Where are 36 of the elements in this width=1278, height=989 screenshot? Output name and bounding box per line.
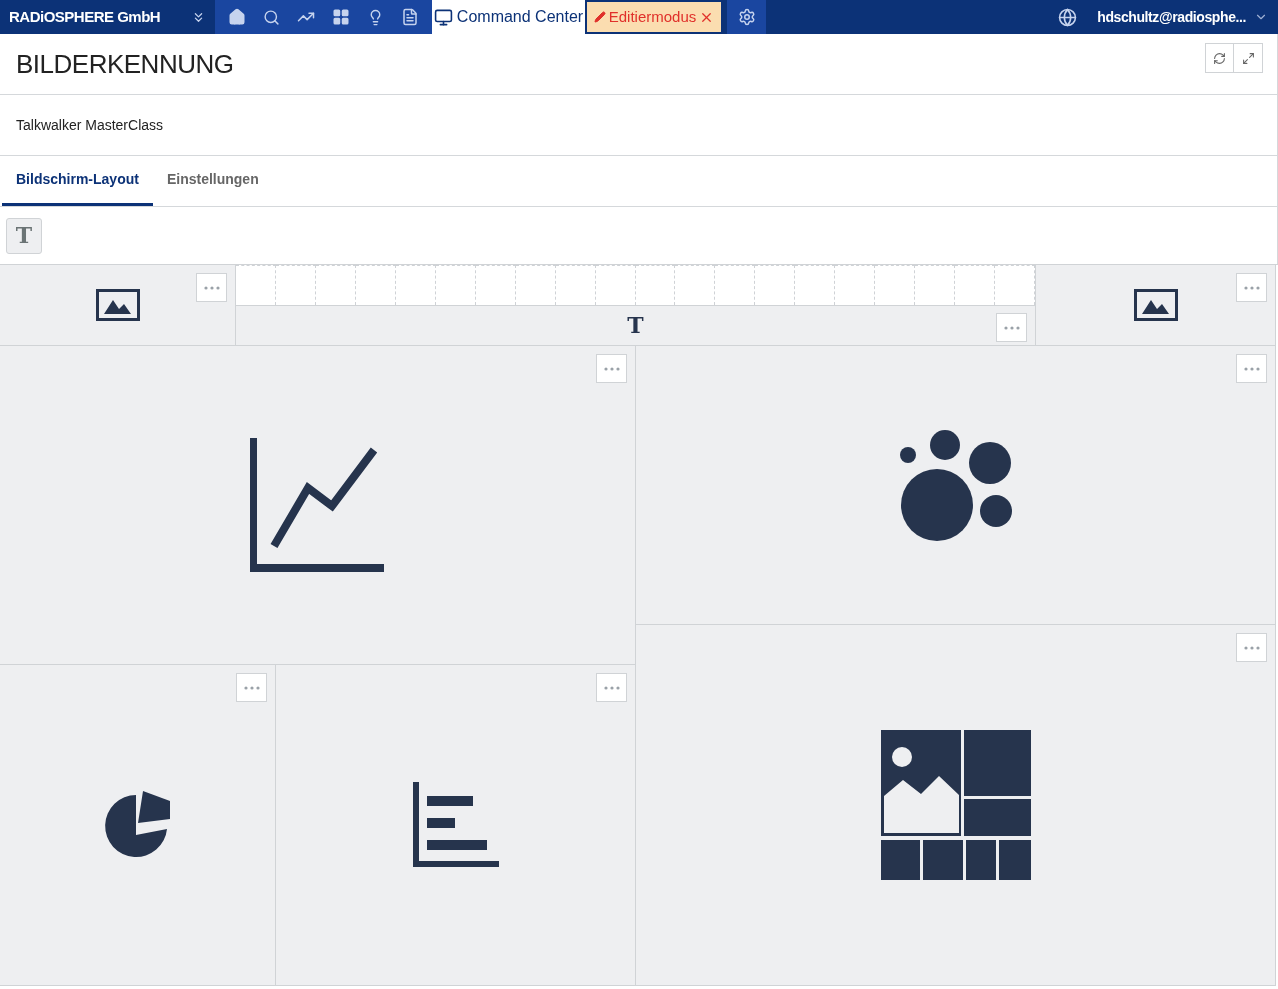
more-icon (1243, 645, 1260, 650)
settings-icon[interactable] (737, 8, 756, 26)
more-icon (243, 685, 260, 690)
pie-chart-icon (103, 791, 172, 859)
more-icon (603, 685, 620, 690)
command-center-tab[interactable]: Command Center (432, 0, 585, 34)
refresh-button[interactable] (1205, 43, 1234, 73)
home-icon[interactable] (227, 8, 246, 26)
page-title: BILDERKENNUNG (16, 47, 234, 81)
subtitle: Talkwalker MasterClass (16, 115, 164, 135)
more-icon (1243, 285, 1260, 290)
tab[interactable]: Bildschirm-Layout (2, 156, 153, 206)
brand-name: RADiOSPHERE GmbH (9, 6, 161, 27)
user-menu[interactable]: hdschultz@radiosphe... (1097, 6, 1268, 28)
text-widget-label: T (627, 311, 644, 340)
image-icon (1133, 289, 1178, 321)
tab[interactable]: Einstellungen (152, 156, 273, 206)
fullscreen-button[interactable] (1234, 43, 1263, 73)
mosaic-icon (880, 730, 1031, 880)
document-icon[interactable] (401, 8, 420, 26)
bubble-chart-icon (898, 429, 1013, 541)
more-icon (1243, 366, 1260, 371)
bar-chart-icon (412, 782, 499, 868)
text-tool-button[interactable]: T (6, 217, 42, 254)
expand-icon (1241, 51, 1255, 65)
search-icon[interactable] (262, 8, 280, 26)
refresh-icon (1213, 51, 1226, 65)
more-icon (1003, 325, 1020, 330)
pencil-icon (593, 11, 606, 23)
more-icon (203, 285, 220, 290)
line-chart-icon (249, 437, 386, 573)
globe-icon[interactable] (1058, 7, 1078, 27)
image-icon (95, 289, 140, 321)
monitor-icon (433, 7, 453, 27)
grid-icon[interactable] (332, 8, 351, 26)
more-icon (603, 366, 620, 371)
